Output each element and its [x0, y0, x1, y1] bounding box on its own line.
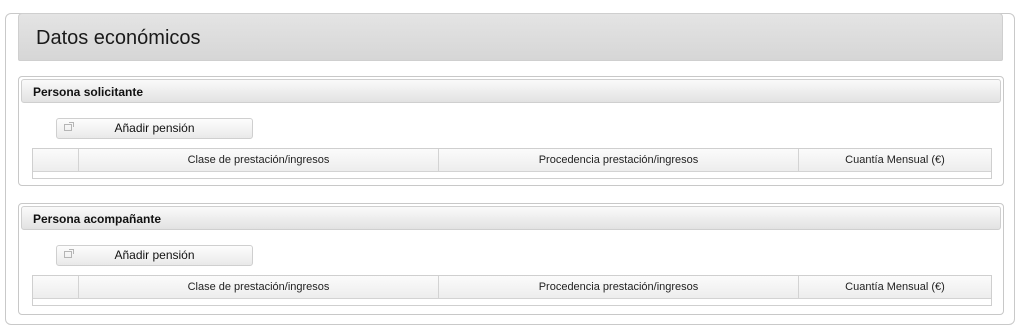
- external-link-icon: [64, 249, 74, 258]
- companion-panel-title: Persona acompañante: [21, 206, 1001, 230]
- column-header-procedencia[interactable]: Procedencia prestación/ingresos: [439, 149, 799, 171]
- column-header-cuantia[interactable]: Cuantía Mensual (€): [799, 149, 991, 171]
- table-header: Clase de prestación/ingresos Procedencia…: [33, 276, 991, 299]
- column-header-procedencia[interactable]: Procedencia prestación/ingresos: [439, 276, 799, 298]
- column-header-select[interactable]: [33, 149, 79, 171]
- column-header-clase[interactable]: Clase de prestación/ingresos: [79, 149, 439, 171]
- external-link-icon: [64, 122, 74, 131]
- column-header-clase[interactable]: Clase de prestación/ingresos: [79, 276, 439, 298]
- column-header-select[interactable]: [33, 276, 79, 298]
- table-body: [33, 172, 991, 178]
- add-pension-label: Añadir pensión: [114, 248, 195, 262]
- companion-panel: Persona acompañante Añadir pensión Clase…: [18, 203, 1004, 315]
- companion-pension-table: Clase de prestación/ingresos Procedencia…: [32, 275, 992, 306]
- applicant-pension-table: Clase de prestación/ingresos Procedencia…: [32, 148, 992, 179]
- section-title: Datos económicos: [18, 13, 1003, 61]
- column-header-cuantia[interactable]: Cuantía Mensual (€): [799, 276, 991, 298]
- applicant-panel-title: Persona solicitante: [21, 79, 1001, 103]
- table-header: Clase de prestación/ingresos Procedencia…: [33, 149, 991, 172]
- table-body: [33, 299, 991, 305]
- add-pension-button-applicant[interactable]: Añadir pensión: [56, 118, 253, 139]
- add-pension-button-companion[interactable]: Añadir pensión: [56, 245, 253, 266]
- add-pension-label: Añadir pensión: [114, 121, 195, 135]
- applicant-panel: Persona solicitante Añadir pensión Clase…: [18, 76, 1004, 186]
